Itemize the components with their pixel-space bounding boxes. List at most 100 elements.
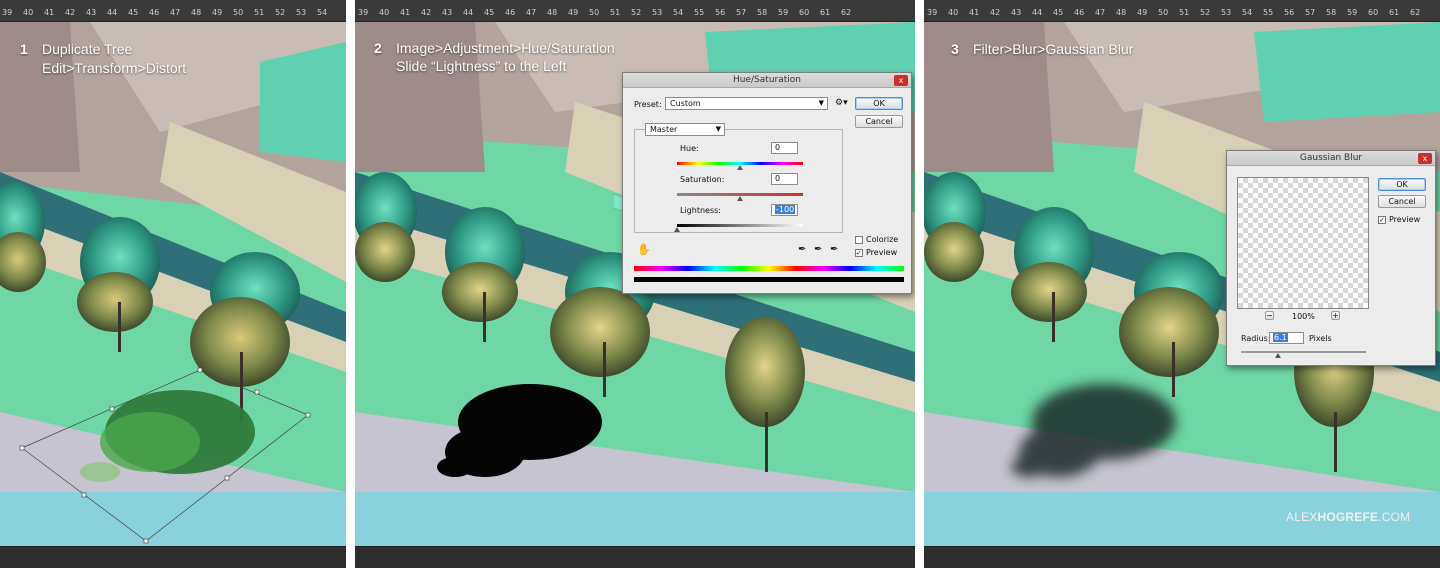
ruler-label: 48 xyxy=(191,8,202,17)
hue-label: Hue: xyxy=(680,144,699,153)
ruler-label: 61 xyxy=(820,8,831,17)
preview-pane[interactable] xyxy=(1237,177,1369,309)
ruler-label: 54 xyxy=(317,8,328,17)
panel-step-2: 39 40 41 42 43 44 45 46 47 48 49 50 51 5… xyxy=(355,0,915,568)
eyedropper-icon[interactable]: ✒ xyxy=(798,244,806,255)
ruler-label: 62 xyxy=(841,8,852,17)
radius-slider-handle[interactable] xyxy=(1275,353,1281,358)
channel-value: Master xyxy=(650,125,678,134)
cancel-button[interactable]: Cancel xyxy=(1378,195,1426,208)
ruler-label: 51 xyxy=(610,8,621,17)
ok-button[interactable]: OK xyxy=(855,97,903,110)
ruler-label: 57 xyxy=(736,8,747,17)
ruler-label: 61 xyxy=(1389,8,1400,17)
step-number: 3 xyxy=(951,41,959,57)
preview-checkbox[interactable]: ✓ xyxy=(855,249,863,257)
step-line-1: Duplicate Tree xyxy=(42,41,133,57)
dialog-title-bar[interactable]: Hue/Saturation x xyxy=(623,73,911,88)
gaussian-blur-dialog: Gaussian Blur x OK Cancel ✓ Preview − 10… xyxy=(1226,150,1436,366)
saturation-label: Saturation: xyxy=(680,175,725,184)
preview-checkbox[interactable]: ✓ xyxy=(1378,216,1386,224)
dialog-title-bar[interactable]: Gaussian Blur x xyxy=(1227,151,1435,166)
zoom-in-button[interactable]: + xyxy=(1331,311,1340,320)
lightness-input[interactable]: -100 xyxy=(771,204,798,216)
ruler-label: 44 xyxy=(1032,8,1043,17)
ruler-label: 53 xyxy=(652,8,663,17)
ruler-top: 39 40 41 42 43 44 45 46 47 48 49 50 51 5… xyxy=(355,0,915,22)
ruler-label: 43 xyxy=(86,8,97,17)
ruler-label: 55 xyxy=(694,8,705,17)
preset-label: Preset: xyxy=(634,100,662,109)
zoom-out-button[interactable]: − xyxy=(1265,311,1274,320)
ruler-label: 41 xyxy=(400,8,411,17)
ruler-label: 51 xyxy=(1179,8,1190,17)
ruler-label: 45 xyxy=(128,8,139,17)
radius-slider-track[interactable] xyxy=(1241,351,1366,353)
chevron-down-icon: ▼ xyxy=(715,125,721,133)
preset-select[interactable]: Custom ▼ xyxy=(665,97,828,110)
ruler-label: 39 xyxy=(358,8,369,17)
ruler-label: 59 xyxy=(1347,8,1358,17)
ruler-label: 50 xyxy=(1158,8,1169,17)
eyedropper-plus-icon[interactable]: ✒ xyxy=(814,244,822,255)
ruler-label: 49 xyxy=(212,8,223,17)
lightness-slider-track[interactable] xyxy=(677,224,803,227)
watermark-bold: HOGREFE xyxy=(1317,510,1379,524)
canvas-scene xyxy=(0,22,346,546)
ruler-label: 48 xyxy=(547,8,558,17)
hand-adjust-icon[interactable]: ✋ xyxy=(637,243,651,256)
ruler-label: 58 xyxy=(1326,8,1337,17)
lightness-slider-handle[interactable] xyxy=(674,227,680,232)
ruler-label: 39 xyxy=(927,8,938,17)
zoom-level: 100% xyxy=(1292,312,1315,321)
ruler-label: 43 xyxy=(442,8,453,17)
lightness-value: -100 xyxy=(775,205,796,214)
close-icon[interactable]: x xyxy=(1418,153,1432,164)
eyedropper-minus-icon[interactable]: ✒ xyxy=(830,244,838,255)
dialog-title: Gaussian Blur xyxy=(1299,153,1363,163)
ruler-top: 39 40 41 42 43 44 45 46 47 48 49 50 51 5… xyxy=(0,0,346,22)
ruler-label: 60 xyxy=(799,8,810,17)
colorize-checkbox[interactable] xyxy=(855,236,863,244)
ruler-label: 54 xyxy=(673,8,684,17)
ruler-label: 47 xyxy=(526,8,537,17)
ruler-label: 52 xyxy=(631,8,642,17)
status-bar xyxy=(924,546,1440,568)
color-spectrum-bar-bottom xyxy=(634,277,904,282)
step-number: 2 xyxy=(374,40,382,56)
hue-input[interactable]: 0 xyxy=(771,142,798,154)
saturation-input[interactable]: 0 xyxy=(771,173,798,185)
watermark-light: ALEX xyxy=(1286,510,1318,524)
ruler-label: 39 xyxy=(2,8,13,17)
ruler-label: 40 xyxy=(379,8,390,17)
radius-input[interactable]: 6.1 xyxy=(1269,332,1304,344)
ruler-label: 47 xyxy=(1095,8,1106,17)
ruler-label: 46 xyxy=(1074,8,1085,17)
step-line-2: Slide “Lightness” to the Left xyxy=(396,58,567,74)
site-watermark: ALEXHOGREFE.COM xyxy=(1286,510,1410,524)
colorize-label: Colorize xyxy=(866,235,899,244)
preview-label: Preview xyxy=(866,248,898,257)
cancel-button[interactable]: Cancel xyxy=(855,115,903,128)
channel-select[interactable]: Master ▼ xyxy=(645,123,725,136)
ruler-label: 51 xyxy=(254,8,265,17)
hue-slider-handle[interactable] xyxy=(737,165,743,170)
ok-button[interactable]: OK xyxy=(1378,178,1426,191)
ruler-label: 55 xyxy=(1263,8,1274,17)
ruler-label: 42 xyxy=(421,8,432,17)
ruler-label: 49 xyxy=(568,8,579,17)
ruler-label: 44 xyxy=(107,8,118,17)
ruler-label: 56 xyxy=(715,8,726,17)
ruler-label: 53 xyxy=(296,8,307,17)
panel-step-3: 39 40 41 42 43 44 45 46 47 48 49 50 51 5… xyxy=(924,0,1440,568)
preset-options-icon[interactable]: ⚙▾ xyxy=(835,98,848,108)
ruler-label: 45 xyxy=(1053,8,1064,17)
saturation-slider-handle[interactable] xyxy=(737,196,743,201)
ruler-label: 45 xyxy=(484,8,495,17)
close-icon[interactable]: x xyxy=(894,75,908,86)
hue-saturation-dialog: Hue/Saturation x Preset: Custom ▼ ⚙▾ OK … xyxy=(622,72,912,294)
tree-left xyxy=(355,172,417,282)
ruler-label: 50 xyxy=(589,8,600,17)
watermark-tail: .COM xyxy=(1378,510,1411,524)
step-number: 1 xyxy=(20,41,28,57)
